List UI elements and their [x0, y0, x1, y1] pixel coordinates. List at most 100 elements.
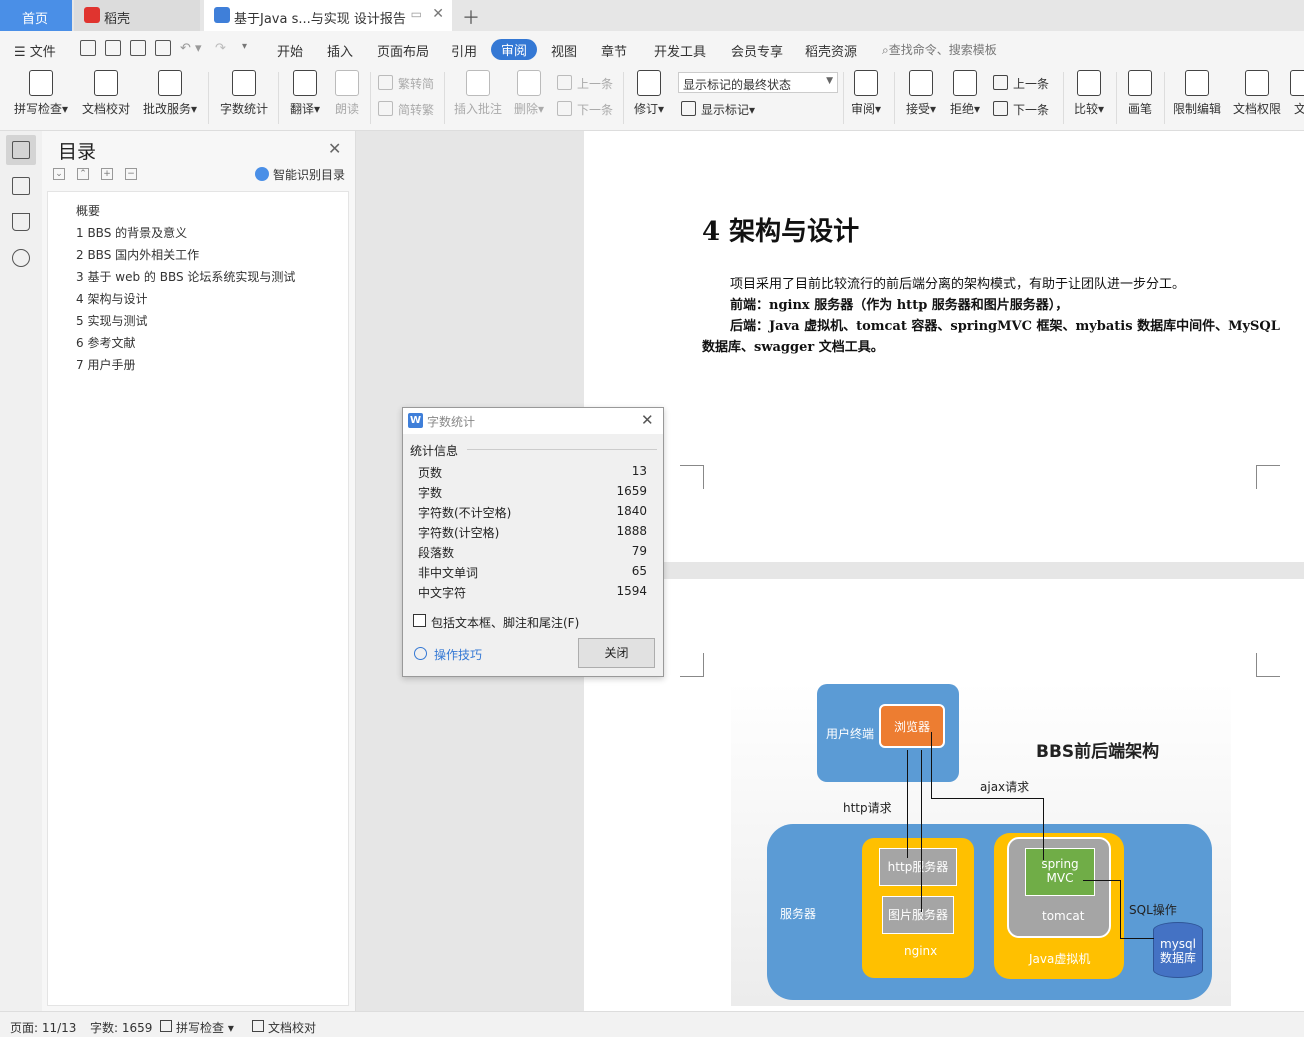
customize-quick-access-icon[interactable]: ▾: [242, 41, 247, 52]
writer-doc-icon: [214, 7, 230, 23]
translate-button[interactable]: 翻译▾: [287, 70, 323, 117]
print-preview-icon[interactable]: [155, 40, 171, 56]
menu-view[interactable]: 视图: [551, 41, 577, 60]
review-service-icon: [158, 70, 182, 96]
menu-chapter[interactable]: 章节: [601, 41, 627, 60]
show-markup-button[interactable]: 显示标记▾: [681, 101, 755, 118]
review-pane-button[interactable]: 审阅▾: [848, 70, 884, 117]
reject-button[interactable]: 拒绝▾: [947, 70, 983, 117]
review-service-button[interactable]: 批改服务▾: [140, 70, 200, 117]
menu-insert[interactable]: 插入: [327, 41, 353, 60]
restrict-edit-button[interactable]: 限制编辑: [1171, 70, 1223, 117]
toc-item[interactable]: 概要: [76, 202, 100, 219]
include-textbox-label[interactable]: 包括文本框、脚注和尾注(F): [431, 614, 579, 631]
proof-status[interactable]: 文档校对: [252, 1019, 316, 1036]
tips-link[interactable]: 操作技巧: [414, 646, 482, 663]
smart-toc-button[interactable]: 智能识别目录: [255, 166, 345, 183]
ajax-label: ajax请求: [980, 780, 1030, 794]
tab-home[interactable]: 首页: [0, 0, 72, 31]
word-count-indicator[interactable]: 字数: 1659: [90, 1019, 152, 1036]
menu-page-layout[interactable]: 页面布局: [377, 41, 429, 60]
menu-member[interactable]: 会员专享: [731, 41, 783, 60]
redo-icon[interactable]: ↷: [215, 41, 226, 56]
add-heading-icon[interactable]: +: [101, 168, 113, 180]
undo-icon[interactable]: ↶ ▾: [180, 41, 202, 56]
architecture-diagram[interactable]: 用户终端 浏览器 BBS前后端架构 ajax请求 http请求 服务器 http…: [731, 682, 1231, 1006]
stat-label: 段落数: [418, 546, 455, 560]
lock-doc-icon: [1185, 70, 1209, 96]
close-icon[interactable]: ✕: [328, 139, 341, 158]
prev-change-button[interactable]: 上一条: [993, 75, 1049, 92]
tab-close-icon[interactable]: ✕: [432, 6, 444, 22]
document-page[interactable]: 4 架构与设计 项目采用了目前比较流行的前后端分离的架构模式，有助于让团队进一步…: [584, 131, 1304, 562]
command-search[interactable]: ⌕查找命令、搜索模板: [882, 41, 997, 58]
include-textbox-checkbox[interactable]: [413, 614, 426, 627]
print-icon[interactable]: [130, 40, 146, 56]
search-icon[interactable]: [12, 249, 30, 267]
toc-item[interactable]: 6 参考文献: [76, 334, 135, 351]
menu-daoke-resources[interactable]: 稻壳资源: [805, 41, 857, 60]
doc-permission-button[interactable]: 文档权限: [1231, 70, 1283, 117]
menu-developer[interactable]: 开发工具: [654, 41, 706, 60]
markup-state-select[interactable]: 显示标记的最终状态 ▼: [678, 72, 838, 93]
menu-references[interactable]: 引用: [451, 41, 477, 60]
overflow-button[interactable]: 文: [1290, 70, 1304, 117]
ajax-line-down: [1043, 798, 1044, 860]
menu-review[interactable]: 审阅: [491, 39, 538, 60]
toc-item[interactable]: 2 BBS 国内外相关工作: [76, 246, 199, 263]
to-traditional-button[interactable]: 繁转简: [378, 75, 434, 92]
pen-button[interactable]: 画笔: [1124, 70, 1156, 117]
toc-icon[interactable]: [12, 141, 30, 159]
tab-daoke[interactable]: 稻壳: [74, 0, 200, 31]
close-icon[interactable]: ✕: [641, 411, 654, 429]
ribbon-separator: [1116, 72, 1117, 124]
toc-item[interactable]: 3 基于 web 的 BBS 论坛系统实现与测试: [76, 268, 295, 285]
paragraph-backend: 后端：Java 虚拟机、tomcat 容器、springMVC 框架、mybat…: [730, 319, 1280, 334]
jvm-label: Java虚拟机: [1029, 952, 1091, 966]
review-pane-icon: [854, 70, 878, 96]
remove-heading-icon[interactable]: −: [125, 168, 137, 180]
play-icon: [414, 647, 427, 660]
spellcheck-status[interactable]: 拼写检查 ▾: [160, 1019, 234, 1036]
bookmark-icon[interactable]: [12, 213, 30, 231]
toc-item[interactable]: 1 BBS 的背景及意义: [76, 224, 187, 241]
accept-button[interactable]: 接受▾: [903, 70, 939, 117]
sql-operation-label: SQL操作: [1129, 903, 1177, 917]
user-terminal-label: 用户终端: [826, 727, 875, 741]
word-count-button[interactable]: 字数统计: [218, 70, 270, 117]
collapse-all-icon[interactable]: ⌄: [53, 168, 65, 180]
toc-item[interactable]: 7 用户手册: [76, 356, 135, 373]
delete-comment-button[interactable]: 删除▾: [510, 70, 548, 117]
menu-start[interactable]: 开始: [277, 41, 303, 60]
stat-label: 字符数(计空格): [418, 526, 500, 540]
dialog-titlebar[interactable]: W 字数统计 ✕: [403, 408, 663, 434]
file-menu[interactable]: ☰ 文件: [14, 41, 56, 60]
next-change-button[interactable]: 下一条: [993, 101, 1049, 118]
export-icon[interactable]: [105, 40, 121, 56]
chapter-nav-icon[interactable]: [12, 177, 30, 195]
permission-icon: [1245, 70, 1269, 96]
tab-window-icon[interactable]: ▭: [411, 7, 422, 21]
save-icon[interactable]: [80, 40, 96, 56]
toc-item[interactable]: 5 实现与测试: [76, 312, 147, 329]
prev-comment-button[interactable]: 上一条: [557, 75, 613, 92]
to-simplified-button[interactable]: 简转繁: [378, 101, 434, 118]
search-icon: ⌕: [882, 43, 889, 57]
next-comment-button[interactable]: 下一条: [557, 101, 613, 118]
section-heading: 4 架构与设计: [702, 217, 860, 247]
new-tab-button[interactable]: ＋: [462, 4, 480, 30]
spellcheck-button[interactable]: 拼写检查▾: [12, 70, 70, 117]
toc-item[interactable]: 4 架构与设计: [76, 290, 147, 307]
close-button[interactable]: 关闭: [578, 638, 655, 668]
doc-proof-button[interactable]: 文档校对: [80, 70, 132, 117]
nav-icon-bar: [0, 131, 42, 1011]
insert-comment-button[interactable]: 插入批注: [452, 70, 504, 117]
track-changes-button[interactable]: 修订▾: [632, 70, 666, 117]
compare-button[interactable]: 比较▾: [1070, 70, 1108, 117]
tab-document[interactable]: 基于Java s...与实现 设计报告 ▭ ✕: [204, 0, 452, 31]
word-count-dialog: W 字数统计 ✕ 统计信息 页数 13 字数 1659 字符数(不计空格) 18…: [402, 407, 664, 677]
word-count-icon: [232, 70, 256, 96]
read-aloud-button[interactable]: 朗读: [332, 70, 362, 117]
page-indicator[interactable]: 页面: 11/13: [10, 1019, 76, 1036]
expand-level-icon[interactable]: ⌃: [77, 168, 89, 180]
